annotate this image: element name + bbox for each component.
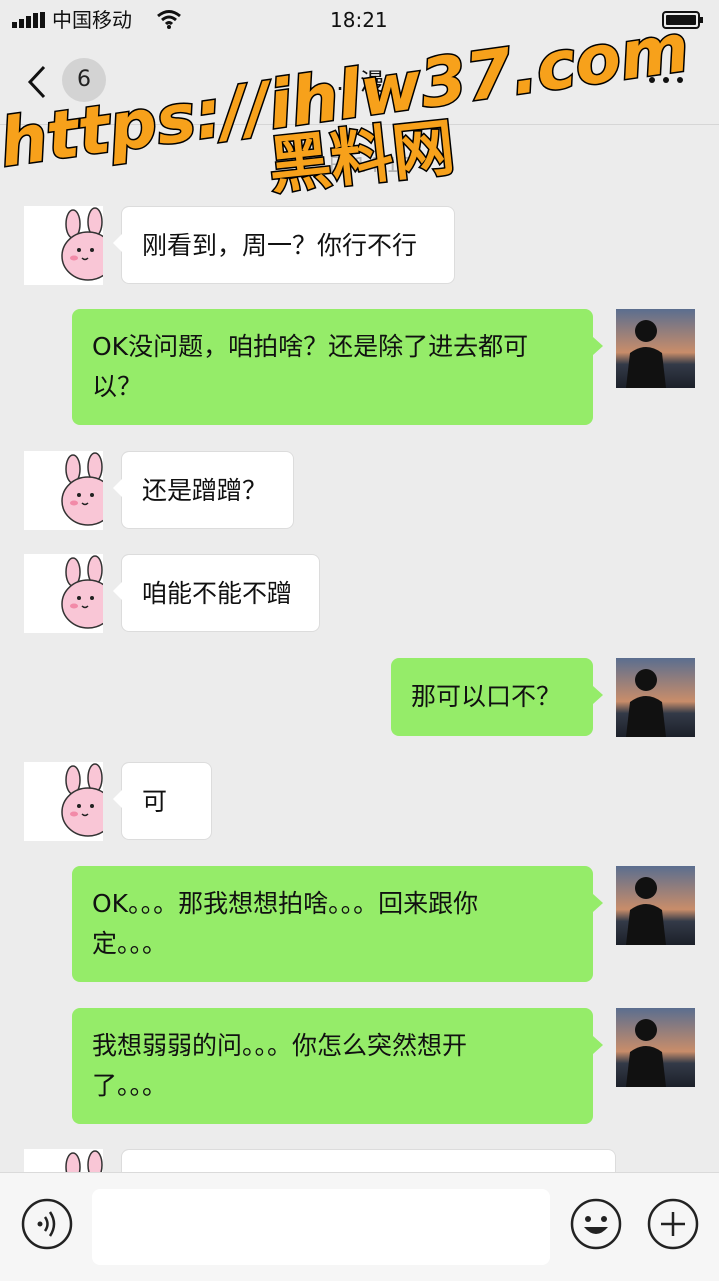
chat-title: …漫 <box>336 68 384 96</box>
chat-header: 6 …漫 <box>0 40 719 125</box>
my-avatar[interactable] <box>616 658 695 737</box>
message-text: 以？ <box>92 372 143 401</box>
my-avatar[interactable] <box>616 866 695 945</box>
message-text: 了。。。 <box>92 1071 168 1100</box>
message-list[interactable]: …日 14:15 刚看到，周一？你行不行 OK没问题，咱拍啥？还是除了进去都可 … <box>0 125 719 1172</box>
message-text: 我想弱弱的问。。。你怎么突然想开 <box>92 1031 468 1060</box>
message-bubble[interactable] <box>121 1149 616 1172</box>
wifi-icon <box>157 10 181 29</box>
emoji-icon[interactable] <box>569 1197 623 1251</box>
status-time: 18:21 <box>330 8 388 32</box>
my-avatar[interactable] <box>616 309 695 388</box>
message-bubble[interactable]: 刚看到，周一？你行不行 <box>113 206 455 284</box>
contact-avatar[interactable] <box>24 554 103 633</box>
my-avatar[interactable] <box>616 1008 695 1087</box>
plus-icon[interactable] <box>646 1197 700 1251</box>
input-bar <box>0 1172 719 1281</box>
message-text: OK。。。那我想想拍啥。。。回来跟你 <box>92 889 479 918</box>
chat-timestamp: …日 14:15 <box>307 153 412 177</box>
message-text: 那可以口不？ <box>411 682 562 711</box>
contact-avatar[interactable] <box>24 451 103 530</box>
message-bubble[interactable]: 可 <box>113 762 212 840</box>
message-bubble[interactable]: 那可以口不？ <box>391 658 603 736</box>
message-text: 咱能不能不蹭 <box>142 579 293 608</box>
chevron-left-icon[interactable] <box>24 64 52 100</box>
battery-icon <box>662 11 703 29</box>
message-text: 还是蹭蹭？ <box>142 476 268 505</box>
unread-count-badge[interactable]: 6 <box>62 58 106 102</box>
message-text: 刚看到，周一？你行不行 <box>142 231 418 260</box>
message-bubble[interactable]: OK没问题，咱拍啥？还是除了进去都可 以？ <box>72 309 603 425</box>
message-bubble[interactable]: 还是蹭蹭？ <box>113 451 294 529</box>
contact-avatar[interactable] <box>24 762 103 841</box>
contact-avatar[interactable] <box>24 206 103 285</box>
message-text: OK没问题，咱拍啥？还是除了进去都可 <box>92 332 529 361</box>
more-icon[interactable] <box>646 70 686 90</box>
voice-icon[interactable] <box>20 1197 74 1251</box>
carrier-label: 中国移动 <box>52 8 132 32</box>
message-input[interactable] <box>92 1189 550 1265</box>
message-bubble[interactable]: 咱能不能不蹭 <box>113 554 320 632</box>
message-bubble[interactable]: 我想弱弱的问。。。你怎么突然想开 了。。。 <box>72 1008 603 1124</box>
status-bar: 中国移动 18:21 <box>0 0 719 40</box>
contact-avatar[interactable] <box>24 1149 103 1172</box>
message-text: 可 <box>142 787 168 816</box>
message-text: 定。。。 <box>92 929 168 958</box>
message-bubble[interactable]: OK。。。那我想想拍啥。。。回来跟你 定。。。 <box>72 866 603 982</box>
signal-icon <box>12 12 45 28</box>
